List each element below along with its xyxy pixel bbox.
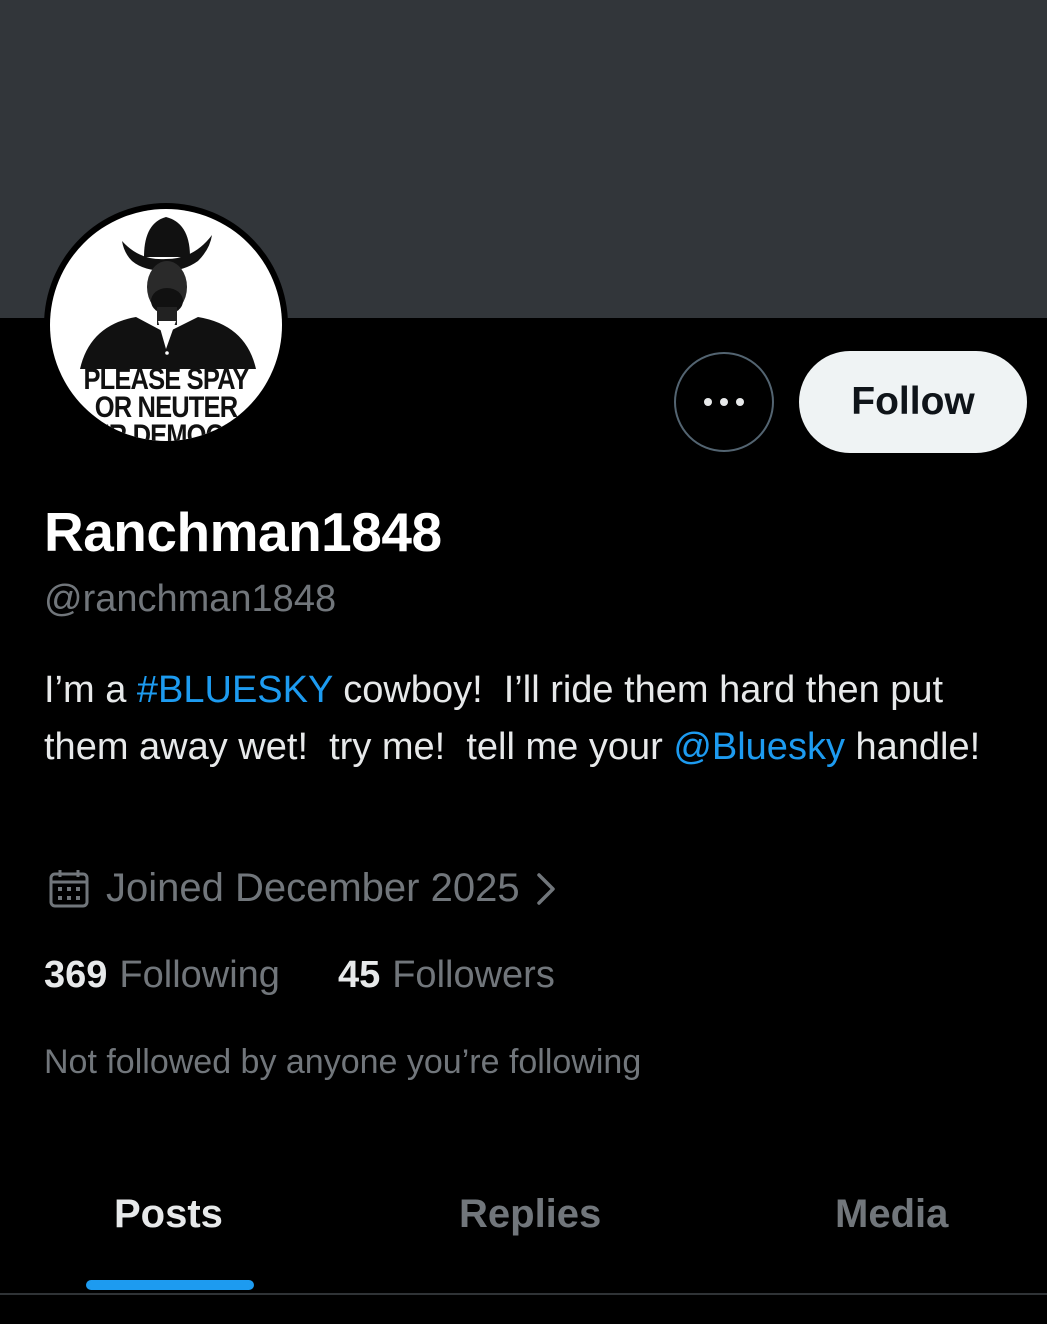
calendar-icon <box>49 869 89 907</box>
profile-bio: I’m a #BLUESKY cowboy! I’ll ride them ha… <box>44 662 1034 776</box>
hashtag-link[interactable]: #BLUESKY <box>137 669 333 711</box>
display-name: Ranchman1848 <box>44 501 442 563</box>
tab-posts[interactable]: Posts <box>114 1192 223 1237</box>
avatar[interactable]: PLEASE SPAY OR NEUTER UR DEMOCR <box>44 203 288 447</box>
tabs-divider <box>0 1293 1047 1295</box>
followers-stat[interactable]: 45 Followers <box>338 954 555 997</box>
more-dots-icon <box>704 398 744 406</box>
follow-button[interactable]: Follow <box>799 351 1027 453</box>
avatar-caption-line: UR DEMOCR <box>91 419 241 442</box>
bio-text: handle! <box>844 726 981 768</box>
profile-tabs: Posts Replies Media <box>0 1172 1047 1294</box>
following-label: Following <box>119 954 280 996</box>
chevron-right-icon <box>536 872 555 905</box>
bio-text: I’m a <box>44 669 137 711</box>
tab-replies[interactable]: Replies <box>459 1192 601 1237</box>
more-options-button[interactable] <box>674 352 774 452</box>
mention-link[interactable]: @Bluesky <box>673 726 845 768</box>
followers-label: Followers <box>392 954 555 996</box>
known-followers-note: Not followed by anyone you’re following <box>44 1043 642 1081</box>
active-tab-indicator <box>86 1280 254 1290</box>
profile-handle: @ranchman1848 <box>44 578 337 620</box>
tab-media[interactable]: Media <box>835 1192 948 1237</box>
followers-count: 45 <box>337 954 381 996</box>
following-count: 369 <box>44 954 108 996</box>
joined-text: Joined December 2025 <box>106 866 520 910</box>
joined-date[interactable]: Joined December 2025 <box>48 866 558 911</box>
avatar-image: PLEASE SPAY OR NEUTER UR DEMOCR <box>50 209 282 441</box>
following-stat[interactable]: 369 Following <box>44 954 280 997</box>
follow-stats: 369 Following 45 Followers <box>44 954 555 997</box>
